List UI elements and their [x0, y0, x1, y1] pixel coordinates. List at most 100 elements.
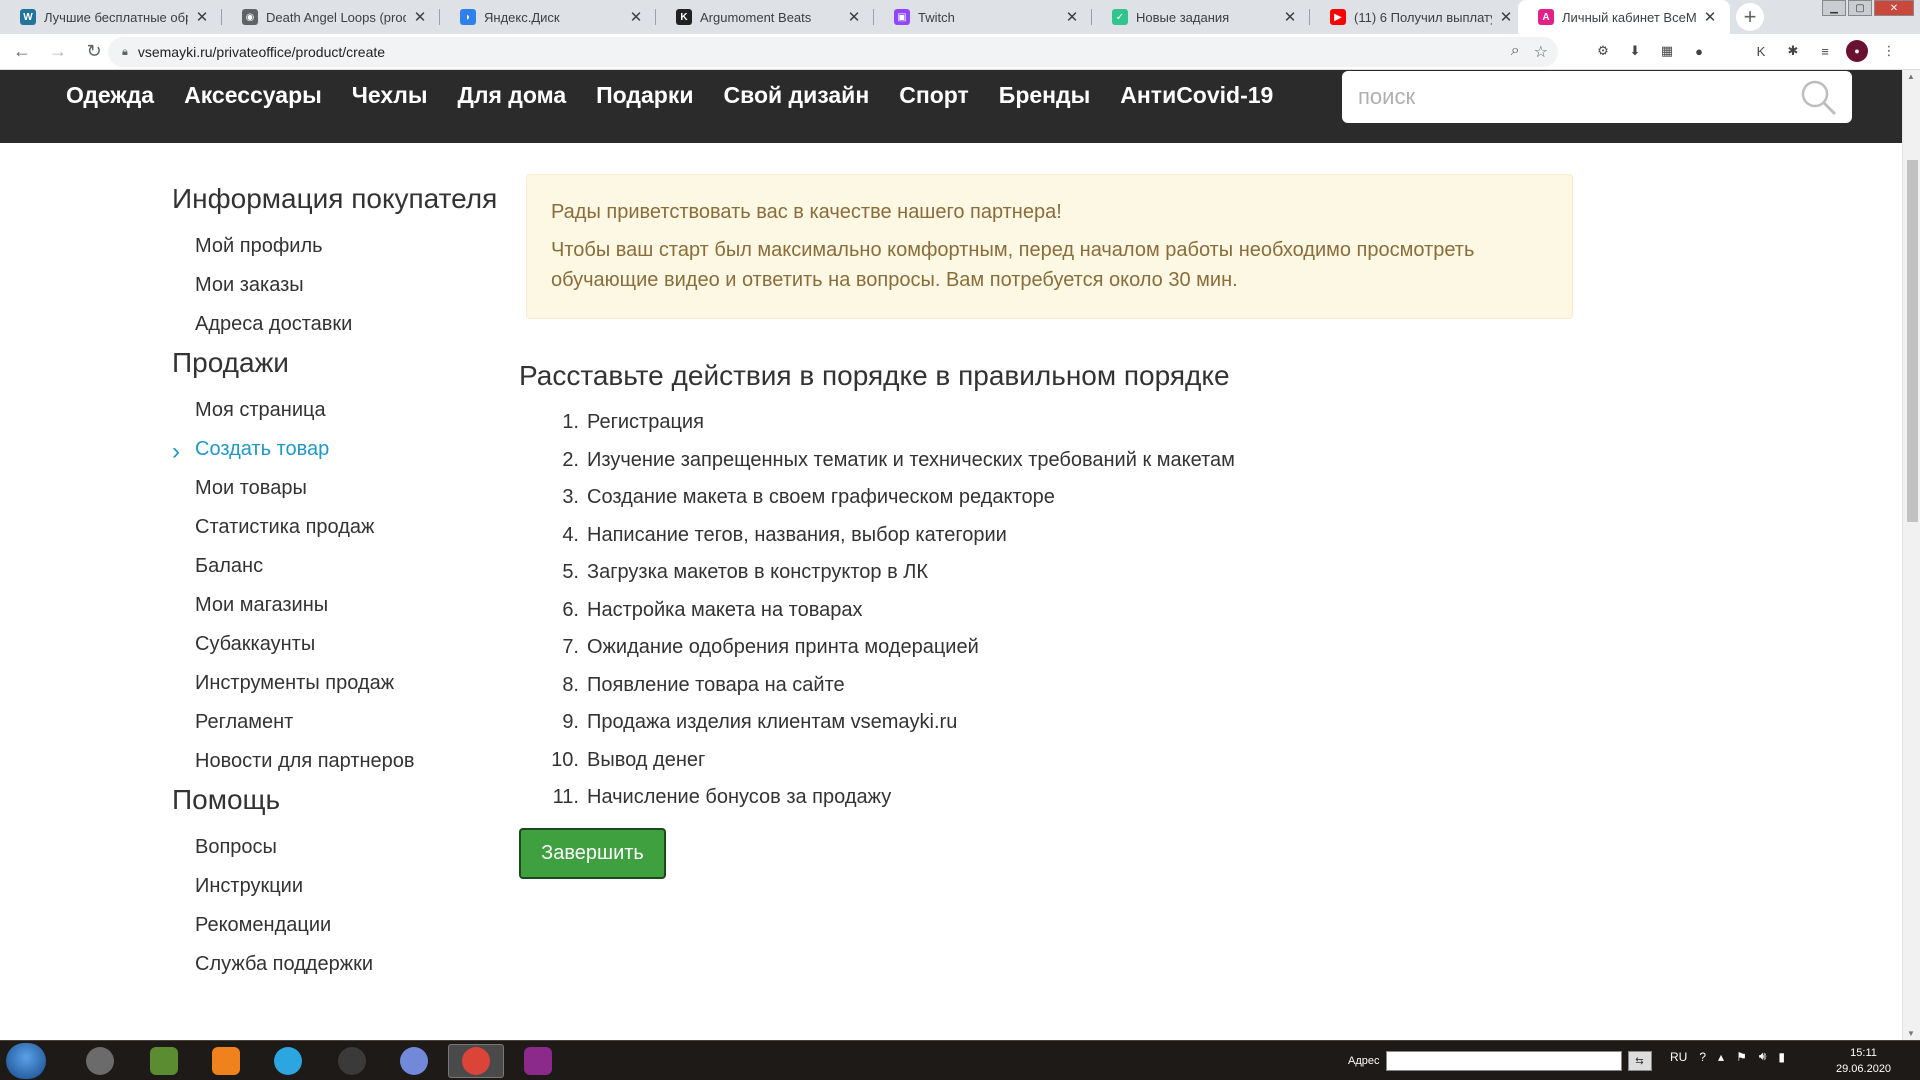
taskbar-app[interactable] — [324, 1044, 380, 1078]
menu-link[interactable]: Одежда — [66, 82, 154, 109]
volume-icon[interactable]: 🔊︎ — [1759, 1049, 1767, 1064]
browser-tab[interactable]: ✓ Новые задания ✕ — [1092, 0, 1310, 34]
maximize-icon[interactable]: ▢ — [1848, 0, 1872, 16]
browser-tab[interactable]: W Лучшие бесплатные образ ✕ — [0, 0, 222, 34]
menu-link[interactable]: Бренды — [999, 82, 1091, 109]
playlist-icon[interactable]: ≡ — [1814, 40, 1836, 62]
vk-extension-icon[interactable]: K — [1750, 40, 1772, 62]
sidebar-item[interactable]: Инструкции — [172, 867, 512, 906]
taskbar-app[interactable] — [136, 1044, 192, 1078]
sidebar-item[interactable]: Регламент — [172, 703, 512, 742]
sidebar-item[interactable]: Адреса доставки — [172, 305, 512, 344]
sidebar-item[interactable]: Создать товар — [172, 430, 512, 471]
browser-tab[interactable]: ◗ Яндекс.Диск ✕ — [440, 0, 656, 34]
minimize-icon[interactable]: ▁ — [1822, 0, 1846, 16]
adblock-icon[interactable]: ● — [1688, 40, 1710, 62]
help-icon[interactable]: ? — [1699, 1050, 1706, 1064]
close-tab-icon[interactable]: ✕ — [412, 9, 428, 26]
finish-button[interactable]: Завершить — [519, 828, 666, 879]
taskbar-app[interactable] — [448, 1044, 504, 1078]
profile-avatar-icon[interactable]: ● — [1846, 40, 1868, 62]
search-input[interactable] — [1358, 79, 1778, 115]
zoom-icon[interactable]: ⌕ — [1511, 42, 1520, 62]
browser-tab[interactable]: ▶ (11) 6 Получил выплату - Yo ✕ — [1310, 0, 1526, 34]
clock[interactable]: 15:11 29.06.2020 — [1836, 1045, 1891, 1077]
extension-gear-icon[interactable]: ⚙ — [1592, 40, 1614, 62]
sidebar-item[interactable]: Статистика продаж — [172, 508, 512, 547]
step-item[interactable]: 6. Настройка макета на товарах — [535, 592, 1235, 630]
browser-tab[interactable]: K Argumoment Beats ✕ — [656, 0, 874, 34]
step-item[interactable]: 2. Изучение запрещенных тематик и техниче… — [535, 442, 1235, 480]
sidebar-item[interactable]: Баланс — [172, 547, 512, 586]
bookmark-star-icon[interactable]: ☆ — [1534, 42, 1548, 62]
puzzle-icon[interactable]: ✱ — [1782, 40, 1804, 62]
go-arrow-icon[interactable]: ⇆ — [1627, 1051, 1652, 1071]
close-tab-icon[interactable]: ✕ — [1498, 9, 1514, 26]
sidebar-item[interactable]: Субаккаунты — [172, 625, 512, 664]
scroll-down-icon[interactable]: ▼ — [1907, 1029, 1915, 1038]
close-tab-icon[interactable]: ✕ — [194, 9, 210, 26]
sidebar-item[interactable]: Мои товары — [172, 469, 512, 508]
close-tab-icon[interactable]: ✕ — [846, 9, 862, 26]
taskbar-address-input[interactable] — [1385, 1051, 1622, 1071]
menu-link[interactable]: Аксессуары — [184, 82, 322, 109]
step-item[interactable]: 8. Появление товара на сайте — [535, 667, 1235, 705]
step-item[interactable]: 5. Загрузка макетов в конструктор в ЛК — [535, 554, 1235, 592]
sidebar-item[interactable]: Новости для партнеров — [172, 742, 512, 781]
search-icon[interactable] — [1800, 79, 1838, 117]
start-button[interactable] — [6, 1043, 46, 1079]
menu-link[interactable]: Спорт — [899, 82, 969, 109]
extension-icon[interactable]: ▦ — [1656, 40, 1678, 62]
browser-tab[interactable]: ◉ Death Angel Loops (prod. Sc ✕ — [222, 0, 440, 34]
close-tab-icon[interactable]: ✕ — [1064, 9, 1080, 26]
menu-link[interactable]: Свой дизайн — [724, 82, 870, 109]
close-tab-icon[interactable]: ✕ — [1282, 9, 1298, 26]
language-indicator[interactable]: RU — [1670, 1050, 1687, 1064]
address-bar[interactable]: 🔒︎ vsemayki.ru/privateoffice/product/cre… — [108, 37, 1558, 67]
tray-expand-icon[interactable]: ▴ — [1718, 1050, 1724, 1064]
forward-arrow-icon[interactable]: → — [44, 38, 72, 66]
taskbar-app[interactable] — [260, 1044, 316, 1078]
menu-link[interactable]: АнтиCovid-19 — [1120, 82, 1273, 109]
sidebar-item[interactable]: Вопросы — [172, 828, 512, 867]
browser-tab[interactable]: A Личный кабинет ВсеМайки ✕ — [1518, 0, 1730, 34]
sidebar-item[interactable]: Мои магазины — [172, 586, 512, 625]
scrollbar-thumb[interactable] — [1907, 160, 1918, 522]
step-item[interactable]: 1. Регистрация — [535, 404, 1235, 442]
close-window-icon[interactable]: ✕ — [1874, 0, 1914, 16]
menu-link[interactable]: Чехлы — [352, 82, 428, 109]
step-item[interactable]: 4. Написание тегов, названия, выбор катег… — [535, 517, 1235, 555]
sidebar-item[interactable]: Мой профиль — [172, 227, 512, 266]
taskbar-app[interactable] — [72, 1044, 128, 1078]
step-item[interactable]: 10. Вывод денег — [535, 742, 1235, 780]
menu-link[interactable]: Для дома — [457, 82, 566, 109]
scroll-up-icon[interactable]: ▲ — [1907, 72, 1915, 81]
taskbar-app[interactable] — [198, 1044, 254, 1078]
back-arrow-icon[interactable]: ← — [8, 38, 36, 66]
step-item[interactable]: 9. Продажа изделия клиентам vsemayki.ru — [535, 704, 1235, 742]
network-icon[interactable]: ▮ — [1778, 1050, 1785, 1064]
browser-tab[interactable]: ▣ Twitch ✕ — [874, 0, 1092, 34]
page-scrollbar[interactable]: ▲ ▼ — [1902, 70, 1920, 1040]
new-tab-button[interactable]: + — [1736, 3, 1764, 31]
flag-icon[interactable]: ⚑ — [1736, 1050, 1747, 1064]
step-item[interactable]: 7. Ожидание одобрения принта модерацией — [535, 629, 1235, 667]
taskbar-app[interactable] — [510, 1044, 566, 1078]
download-icon[interactable]: ⬇ — [1624, 40, 1646, 62]
reload-icon[interactable]: ↻ — [80, 38, 108, 66]
close-tab-icon[interactable]: ✕ — [1702, 9, 1718, 26]
lock-icon[interactable]: 🔒︎ — [122, 46, 128, 59]
taskbar-app[interactable] — [386, 1044, 442, 1078]
menu-link[interactable]: Подарки — [596, 82, 693, 109]
url-text[interactable]: vsemayki.ru/privateoffice/product/create — [138, 44, 385, 60]
sidebar-item[interactable]: Мои заказы — [172, 266, 512, 305]
sidebar-item[interactable]: Моя страница — [172, 391, 512, 430]
step-text: Появление товара на сайте — [587, 673, 845, 696]
sidebar-item[interactable]: Служба поддержки — [172, 945, 512, 984]
close-tab-icon[interactable]: ✕ — [628, 9, 644, 26]
step-item[interactable]: 3. Создание макета в своем графическом ре… — [535, 479, 1235, 517]
sidebar-item[interactable]: Инструменты продаж — [172, 664, 512, 703]
sidebar-item[interactable]: Рекомендации — [172, 906, 512, 945]
step-item[interactable]: 11. Начисление бонусов за продажу — [535, 779, 1235, 817]
menu-dots-icon[interactable]: ⋮ — [1878, 40, 1900, 62]
